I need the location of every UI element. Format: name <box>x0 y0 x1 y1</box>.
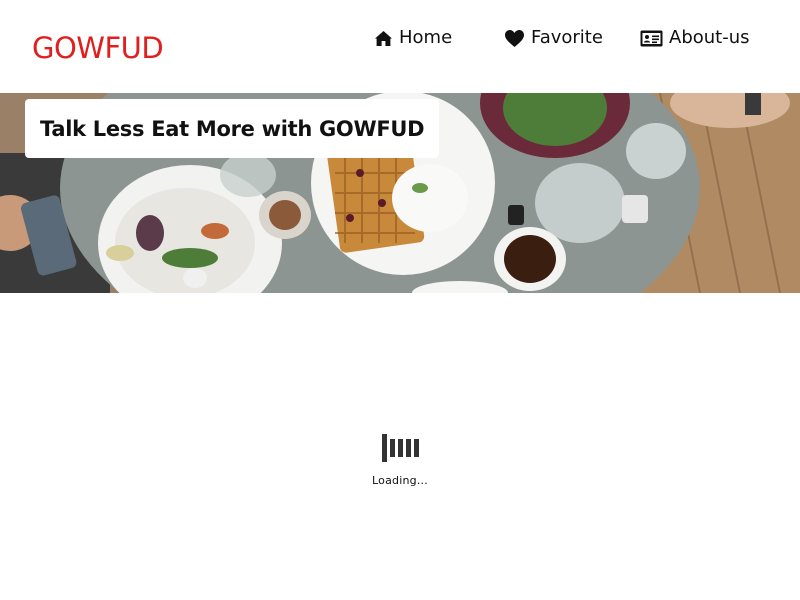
nav-link-about-us-label: About-us <box>669 27 750 48</box>
loading-bar <box>405 439 411 457</box>
navbar: GOWFUD Home Favorite About-us <box>0 0 800 93</box>
hero-banner: Talk Less Eat More with GOWFUD <box>0 93 800 293</box>
nav-link-favorite[interactable]: Favorite <box>504 26 603 50</box>
brand-logo[interactable]: GOWFUD <box>32 30 164 66</box>
heart-icon <box>504 29 525 48</box>
loading-bar <box>389 439 395 457</box>
loading-bars-icon <box>381 432 419 464</box>
nav-link-home[interactable]: Home <box>374 26 452 50</box>
loading-text: Loading... <box>372 474 428 487</box>
nav-link-home-label: Home <box>399 27 453 48</box>
hero-title-box: Talk Less Eat More with GOWFUD <box>25 99 440 158</box>
loading-indicator: Loading... <box>360 432 440 492</box>
hero-title: Talk Less Eat More with GOWFUD <box>40 116 425 141</box>
id-card-icon <box>640 30 663 47</box>
loading-bar <box>397 439 403 457</box>
loading-bar <box>413 439 419 457</box>
nav-link-about-us[interactable]: About-us <box>640 26 750 50</box>
home-icon <box>374 30 393 47</box>
loading-bar <box>381 434 387 462</box>
nav-link-favorite-label: Favorite <box>531 27 603 48</box>
